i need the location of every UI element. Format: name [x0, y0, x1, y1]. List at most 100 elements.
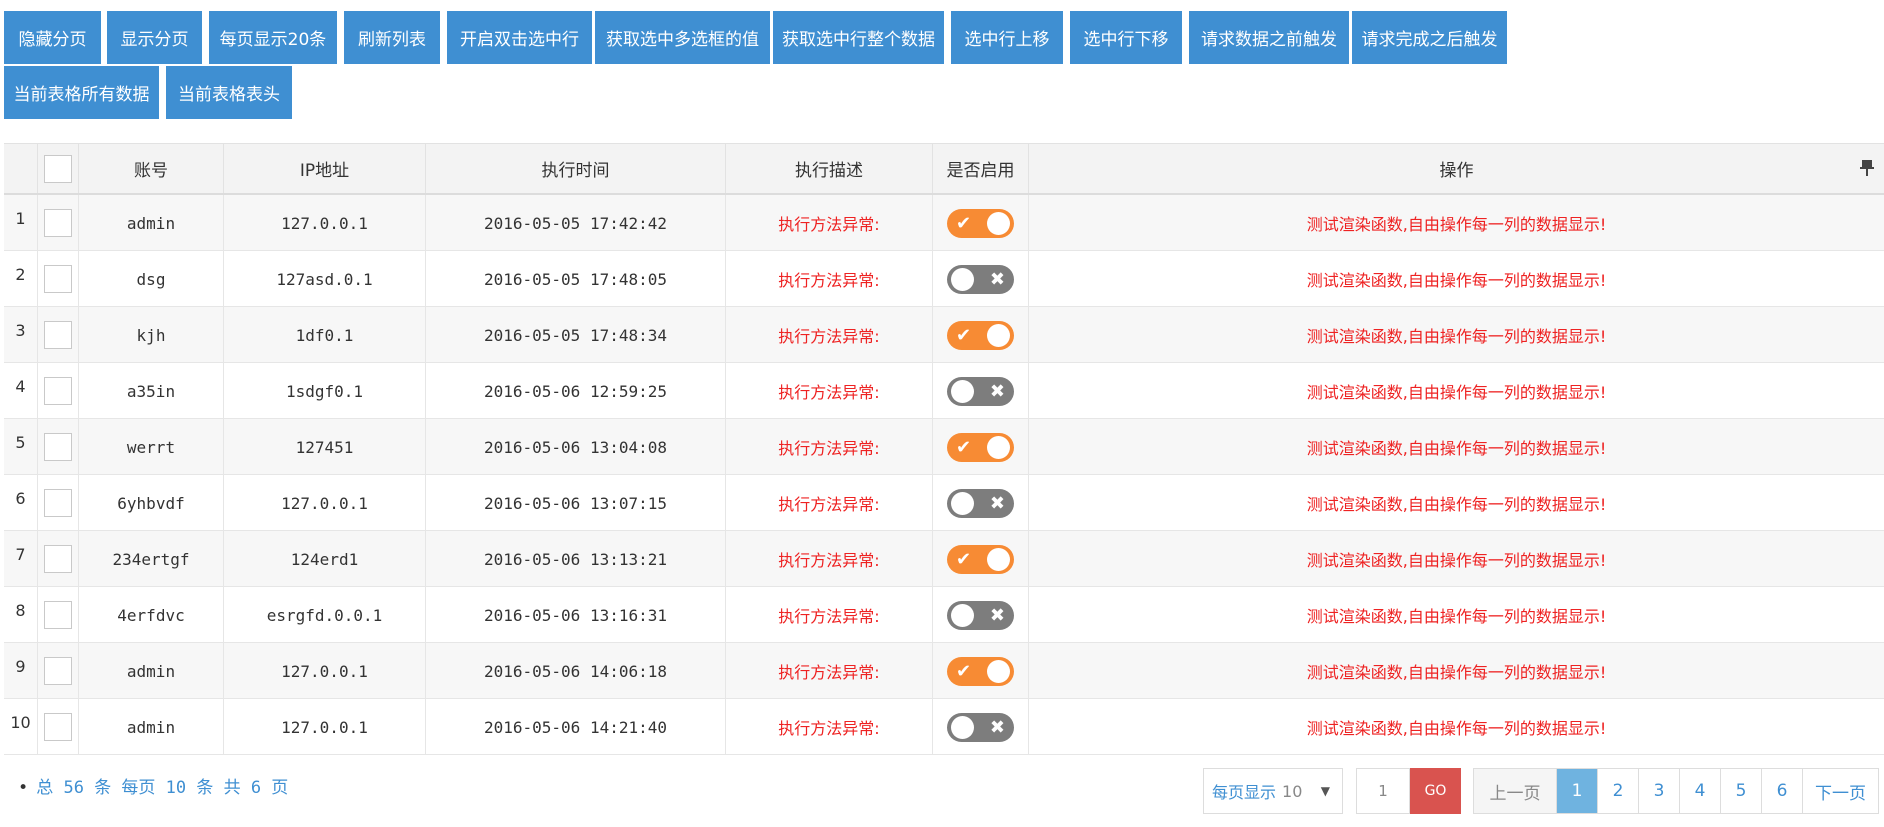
cell-account: 4erfdvc [78, 587, 223, 643]
header-account[interactable]: 账号 [78, 144, 223, 193]
cell-desc: 执行方法异常: [725, 251, 932, 307]
enabled-toggle[interactable]: ✖ [947, 712, 1014, 742]
cell-operation: 测试渲染函数,自由操作每一列的数据显示! [1028, 307, 1884, 363]
table-row[interactable]: 1 admin 127.0.0.1 2016-05-05 17:42:42 执行方法异常… [4, 195, 1884, 251]
page-navigator: 上一页 1 2 3 4 5 6 下一页 [1473, 768, 1879, 814]
header-ip[interactable]: IP地址 [223, 144, 425, 193]
table-row[interactable]: 4 a35in 1sdgf0.1 2016-05-06 12:59:25 执行方法异常:… [4, 363, 1884, 419]
row-checkbox[interactable] [44, 545, 72, 573]
cell-operation: 测试渲染函数,自由操作每一列的数据显示! [1028, 419, 1884, 475]
table-row[interactable]: 10 admin 127.0.0.1 2016-05-06 14:21:40 执行方法异… [4, 699, 1884, 755]
row-checkbox[interactable] [44, 377, 72, 405]
cell-ip: 1df0.1 [223, 307, 425, 363]
cell-ip: 127451 [223, 419, 425, 475]
row-checkbox[interactable] [44, 713, 72, 741]
table-row[interactable]: 3 kjh 1df0.1 2016-05-05 17:48:34 执行方法异常: ✔ 测试渲… [4, 307, 1884, 363]
page-button-6[interactable]: 6 [1761, 769, 1802, 813]
row-index: 1 [15, 209, 26, 228]
page-button-3[interactable]: 3 [1638, 769, 1679, 813]
cell-operation: 测试渲染函数,自由操作每一列的数据显示! [1028, 475, 1884, 531]
enabled-toggle[interactable]: ✔ [947, 656, 1014, 686]
enabled-toggle[interactable]: ✔ [947, 320, 1014, 350]
page-button-4[interactable]: 4 [1679, 769, 1720, 813]
table-row[interactable]: 9 admin 127.0.0.1 2016-05-06 14:06:18 执行方法异常… [4, 643, 1884, 699]
page-jump-input[interactable] [1356, 768, 1410, 814]
enabled-toggle[interactable]: ✖ [947, 264, 1014, 294]
toolbar-button-10[interactable]: 请求数据之前触发 [1189, 11, 1349, 64]
header-desc[interactable]: 执行描述 [725, 144, 932, 193]
table-row[interactable]: 2 dsg 127asd.0.1 2016-05-05 17:48:05 执行方法异常:… [4, 251, 1884, 307]
go-button[interactable]: GO [1410, 768, 1461, 814]
cell-operation: 测试渲染函数,自由操作每一列的数据显示! [1028, 195, 1884, 251]
cell-operation: 测试渲染函数,自由操作每一列的数据显示! [1028, 363, 1884, 419]
row-checkbox[interactable] [44, 265, 72, 293]
toolbar-button-11[interactable]: 请求完成之后触发 [1352, 11, 1507, 64]
toolbar-button-8[interactable]: 选中行上移 [951, 11, 1063, 64]
row-checkbox[interactable] [44, 433, 72, 461]
enabled-toggle[interactable]: ✔ [947, 544, 1014, 574]
row-checkbox[interactable] [44, 489, 72, 517]
page-button-2[interactable]: 2 [1597, 769, 1638, 813]
table-row[interactable]: 6 6yhbvdf 127.0.0.1 2016-05-06 13:07:15 执行方法… [4, 475, 1884, 531]
prev-page-button[interactable]: 上一页 [1474, 769, 1556, 813]
table-row[interactable]: 5 werrt 127451 2016-05-06 13:04:08 执行方法异常: ✔ 测… [4, 419, 1884, 475]
toggle-knob [951, 491, 974, 515]
select-all-checkbox[interactable] [44, 154, 72, 183]
header-operation-label: 操作 [1439, 161, 1474, 181]
toolbar-button-5[interactable]: 开启双击选中行 [447, 11, 592, 64]
toolbar-button-6[interactable]: 获取选中多选框的值 [595, 11, 770, 64]
row-select-cell [37, 587, 78, 643]
toolbar-button-13[interactable]: 当前表格表头 [166, 66, 292, 119]
cell-desc: 执行方法异常: [725, 643, 932, 699]
page-size-select[interactable]: 每页显示 10 ▼ [1203, 768, 1343, 814]
pagination-footer: • 总 56 条 每页 10 条 共 6 页 每页显示 10 ▼ GO 上一页12… [0, 765, 1884, 827]
cell-ip: 127.0.0.1 [223, 195, 425, 251]
row-index: 3 [15, 321, 26, 340]
cell-enabled: ✖ [932, 363, 1028, 419]
cell-time: 2016-05-05 17:48:05 [425, 251, 725, 307]
table-row[interactable]: 8 4erfdvc esrgfd.0.0.1 2016-05-06 13:16:31 执… [4, 587, 1884, 643]
row-index: 10 [10, 713, 31, 732]
cell-desc: 执行方法异常: [725, 699, 932, 755]
next-page-button[interactable]: 下一页 [1802, 769, 1878, 813]
page-button-1[interactable]: 1 [1556, 769, 1597, 813]
cell-account: admin [78, 195, 223, 251]
cell-account: admin [78, 643, 223, 699]
cell-account: 6yhbvdf [78, 475, 223, 531]
row-index: 7 [15, 545, 26, 564]
row-checkbox[interactable] [44, 321, 72, 349]
cell-time: 2016-05-06 14:21:40 [425, 699, 725, 755]
header-enabled[interactable]: 是否启用 [932, 144, 1028, 193]
pin-icon[interactable] [1860, 160, 1874, 176]
row-select-cell [37, 195, 78, 251]
toggle-knob [951, 603, 974, 627]
toolbar-button-3[interactable]: 每页显示20条 [209, 11, 337, 64]
header-time[interactable]: 执行时间 [425, 144, 725, 193]
row-index: 6 [15, 489, 26, 508]
enabled-toggle[interactable]: ✖ [947, 488, 1014, 518]
row-select-cell [37, 307, 78, 363]
toolbar-button-7[interactable]: 获取选中行整个数据 [773, 11, 944, 64]
table-row[interactable]: 7 234ertgf 124erd1 2016-05-06 13:13:21 执行方法异… [4, 531, 1884, 587]
enabled-toggle[interactable]: ✔ [947, 208, 1014, 238]
toolbar-button-1[interactable]: 隐藏分页 [4, 11, 101, 64]
cell-enabled: ✔ [932, 419, 1028, 475]
cell-desc: 执行方法异常: [725, 195, 932, 251]
row-checkbox[interactable] [44, 601, 72, 629]
row-checkbox[interactable] [44, 657, 72, 685]
toolbar-button-2[interactable]: 显示分页 [107, 11, 202, 64]
toolbar-button-4[interactable]: 刷新列表 [344, 11, 440, 64]
enabled-toggle[interactable]: ✖ [947, 600, 1014, 630]
cell-ip: 127.0.0.1 [223, 475, 425, 531]
toolbar-button-12[interactable]: 当前表格所有数据 [4, 66, 159, 119]
cell-ip: 127.0.0.1 [223, 699, 425, 755]
cell-time: 2016-05-06 13:04:08 [425, 419, 725, 475]
cell-operation: 测试渲染函数,自由操作每一列的数据显示! [1028, 251, 1884, 307]
toolbar-button-9[interactable]: 选中行下移 [1070, 11, 1182, 64]
close-icon: ✖ [989, 268, 1005, 290]
cell-enabled: ✖ [932, 251, 1028, 307]
enabled-toggle[interactable]: ✖ [947, 376, 1014, 406]
page-button-5[interactable]: 5 [1720, 769, 1761, 813]
row-checkbox[interactable] [44, 209, 72, 237]
enabled-toggle[interactable]: ✔ [947, 432, 1014, 462]
